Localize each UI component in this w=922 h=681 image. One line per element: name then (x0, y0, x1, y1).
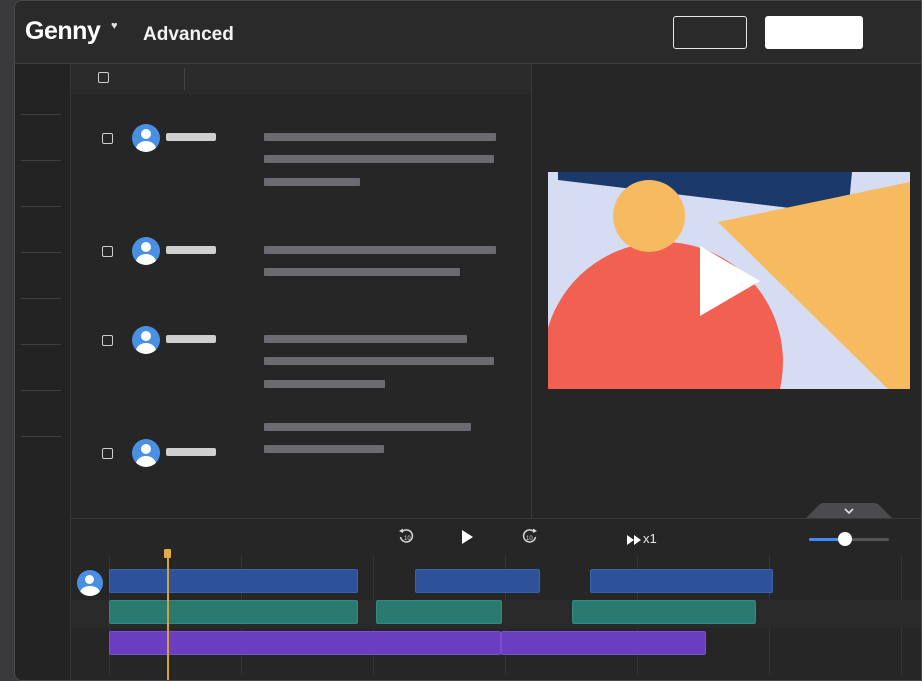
svg-text:10: 10 (526, 536, 533, 542)
rail-divider (21, 298, 61, 299)
rail-divider (21, 206, 61, 207)
timeline-clip[interactable] (415, 569, 540, 593)
playhead[interactable] (167, 549, 169, 680)
media-track (71, 631, 921, 659)
text-line-placeholder (264, 133, 496, 141)
text-line-placeholder (264, 155, 494, 163)
left-rail (15, 64, 71, 680)
app-header: Genny ♥ Advanced (15, 1, 921, 64)
rail-divider (21, 252, 61, 253)
row-checkbox[interactable] (102, 133, 113, 144)
timeline-panel: 10 10 x1 (71, 518, 921, 680)
timeline-clip[interactable] (501, 631, 706, 655)
play-button[interactable] (459, 529, 475, 550)
brand-mark-icon: ♥ (111, 20, 118, 32)
text-line-placeholder (264, 268, 460, 276)
mode-label: Advanced (143, 24, 234, 45)
timeline-clip[interactable] (376, 600, 502, 624)
forward-10-icon[interactable]: 10 (522, 528, 538, 549)
row-checkbox[interactable] (102, 246, 113, 257)
speaker-name-placeholder (166, 133, 216, 141)
rail-divider (21, 114, 61, 115)
select-all-checkbox[interactable] (98, 72, 109, 83)
speaker-name-placeholder (166, 448, 216, 456)
timeline-clip[interactable] (109, 569, 358, 593)
rail-divider (21, 390, 61, 391)
text-line-placeholder (264, 357, 494, 365)
text-line-placeholder (264, 335, 467, 343)
rail-divider (21, 344, 61, 345)
brand-logo: Genny (25, 17, 101, 45)
video-thumbnail (548, 172, 910, 389)
caption-track (71, 600, 921, 628)
volume-slider[interactable] (809, 532, 889, 546)
text-line-placeholder (264, 445, 384, 453)
avatar-icon (132, 124, 160, 152)
avatar-icon (132, 439, 160, 467)
avatar-icon (132, 326, 160, 354)
speaker-name-placeholder (166, 246, 216, 254)
play-icon (462, 530, 473, 544)
rewind-10-icon[interactable]: 10 (398, 528, 414, 549)
text-line-placeholder (264, 380, 385, 388)
app-window: Genny ♥ Advanced 10 10 x1 (14, 0, 922, 681)
column-divider (184, 68, 185, 90)
script-list (71, 64, 532, 518)
collapse-timeline-button[interactable] (805, 503, 893, 519)
primary-button[interactable] (765, 16, 863, 49)
text-line-placeholder (264, 423, 471, 431)
video-player[interactable] (548, 172, 910, 389)
row-checkbox[interactable] (102, 335, 113, 346)
playback-speed[interactable]: x1 (643, 531, 657, 546)
fast-forward-icon[interactable] (627, 532, 641, 550)
timeline-clip[interactable] (109, 600, 358, 624)
voice-track (71, 569, 921, 597)
timeline-clip[interactable] (572, 600, 756, 624)
row-checkbox[interactable] (102, 448, 113, 459)
list-header (71, 64, 531, 94)
svg-text:10: 10 (404, 536, 411, 542)
playhead-handle[interactable] (164, 549, 171, 558)
text-line-placeholder (264, 246, 496, 254)
secondary-button[interactable] (673, 16, 747, 49)
rail-divider (21, 436, 61, 437)
text-line-placeholder (264, 178, 360, 186)
speaker-name-placeholder (166, 335, 216, 343)
rail-divider (21, 160, 61, 161)
video-preview-panel (532, 64, 921, 518)
volume-slider-handle[interactable] (838, 532, 852, 546)
timeline-clip[interactable] (590, 569, 773, 593)
avatar-icon (132, 237, 160, 265)
